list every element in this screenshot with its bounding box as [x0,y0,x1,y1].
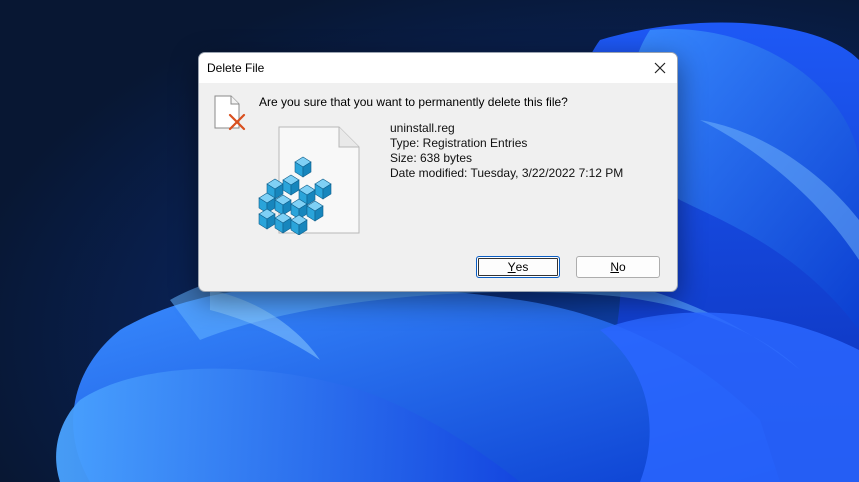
file-info: uninstall.reg Type: Registration Entries… [390,121,623,181]
no-button[interactable]: No [576,256,660,278]
close-button[interactable] [643,53,677,83]
file-name: uninstall.reg [390,121,455,135]
file-delete-icon [213,95,247,136]
no-button-mnemonic: N [610,260,619,274]
file-type: Type: Registration Entries [390,136,528,150]
dialog-title: Delete File [207,61,265,75]
yes-button[interactable]: Yes [476,256,560,278]
confirm-question: Are you sure that you want to permanentl… [259,95,568,109]
dialog-titlebar: Delete File [199,53,677,83]
close-icon [654,62,666,74]
delete-file-dialog: Delete File Are you sure that you want t… [198,52,678,292]
file-date-modified: Date modified: Tuesday, 3/22/2022 7:12 P… [390,166,624,180]
registry-file-icon [255,125,361,240]
yes-button-mnemonic: Y [507,260,516,274]
no-button-label: o [618,260,626,274]
yes-button-label: es [515,260,529,274]
file-size: Size: 638 bytes [390,151,473,165]
